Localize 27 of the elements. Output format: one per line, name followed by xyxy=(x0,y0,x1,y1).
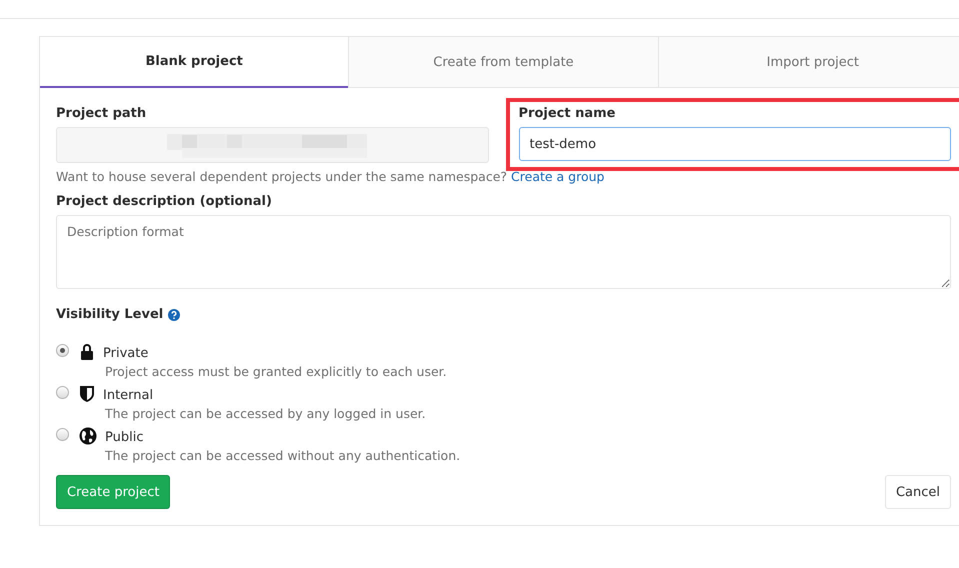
option-label: Private xyxy=(103,346,148,361)
radio-button[interactable] xyxy=(56,428,69,441)
option-description: The project can be accessed without any authentication. xyxy=(105,448,460,463)
tab[interactable]: Blank project xyxy=(40,37,348,88)
tab[interactable]: Import project xyxy=(658,37,959,88)
field-label: Project name xyxy=(518,106,616,121)
name-field[interactable]: test-demo xyxy=(518,127,951,161)
radio-button[interactable] xyxy=(56,386,69,399)
radio-button[interactable] xyxy=(56,344,69,357)
create-group-link[interactable]: Create a group xyxy=(511,169,604,184)
description-field[interactable]: Description format xyxy=(56,215,951,289)
help-icon[interactable] xyxy=(168,308,180,320)
create-project-button[interactable]: Create project xyxy=(56,475,170,509)
option-label: Public xyxy=(105,430,144,445)
globe-icon xyxy=(79,426,97,444)
visibility-label: Visibility Level xyxy=(56,307,164,322)
option-label: Internal xyxy=(103,388,154,403)
option-description: Project access must be granted explicitly to each user. xyxy=(105,364,447,379)
option-description: The project can be accessed by any logged in user. xyxy=(105,406,426,421)
path-field[interactable] xyxy=(56,127,488,163)
tab[interactable]: Create from template xyxy=(348,37,658,88)
hint-text: Want to house several dependent projects under the same namespace? Create a group xyxy=(56,169,606,184)
lock-icon xyxy=(79,343,95,360)
field-label: Project description (optional) xyxy=(56,194,273,209)
shield-icon xyxy=(79,385,95,402)
field-label: Project path xyxy=(56,106,148,121)
cancel-button[interactable]: Cancel xyxy=(884,475,951,509)
